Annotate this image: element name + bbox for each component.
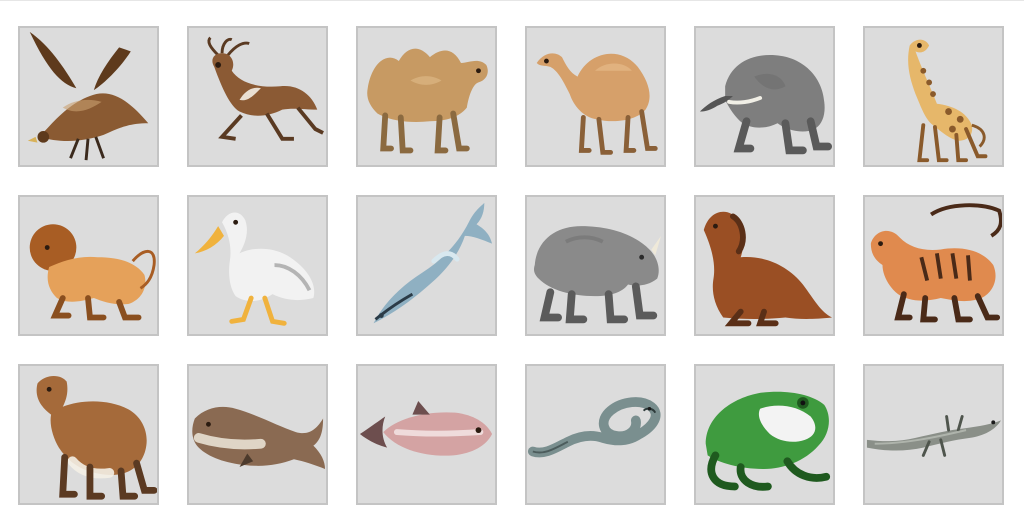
- deer-icon: [207, 36, 324, 141]
- tile-deer[interactable]: [187, 26, 328, 167]
- tile-frog[interactable]: [694, 364, 835, 505]
- pelican-icon: [194, 212, 315, 326]
- tile-fish[interactable]: [356, 364, 497, 505]
- tile-dolphin[interactable]: [356, 195, 497, 336]
- top-divider: [0, 0, 1024, 1]
- lizard-icon: [866, 415, 1002, 457]
- dolphin-icon: [373, 202, 493, 324]
- tile-cow[interactable]: [18, 364, 159, 505]
- bactrian-camel-icon: [367, 48, 488, 154]
- animal-picture-grid: [18, 26, 1004, 505]
- eagle-icon: [27, 31, 149, 161]
- frog-icon: [705, 391, 831, 491]
- tile-whale[interactable]: [187, 364, 328, 505]
- tiger-icon: [870, 203, 1002, 323]
- tile-bactrian-camel[interactable]: [356, 26, 497, 167]
- tile-elephant[interactable]: [694, 26, 835, 167]
- elephant-icon: [699, 54, 833, 155]
- cow-icon: [36, 375, 157, 500]
- tile-pelican[interactable]: [187, 195, 328, 336]
- tile-snake[interactable]: [525, 364, 666, 505]
- whale-icon: [192, 406, 326, 469]
- tile-eagle[interactable]: [18, 26, 159, 167]
- rhinoceros-icon: [534, 226, 662, 324]
- tile-dromedary-camel[interactable]: [525, 26, 666, 167]
- tile-rhinoceros[interactable]: [525, 195, 666, 336]
- tile-giraffe[interactable]: [863, 26, 1004, 167]
- tile-dog[interactable]: [694, 195, 835, 336]
- fish-icon: [359, 400, 493, 456]
- tile-lion[interactable]: [18, 195, 159, 336]
- lion-icon: [29, 224, 156, 321]
- dromedary-camel-icon: [536, 53, 658, 155]
- dog-icon: [703, 211, 833, 327]
- tile-tiger[interactable]: [863, 195, 1004, 336]
- giraffe-icon: [908, 39, 988, 163]
- snake-icon: [527, 397, 661, 458]
- tile-lizard[interactable]: [863, 364, 1004, 505]
